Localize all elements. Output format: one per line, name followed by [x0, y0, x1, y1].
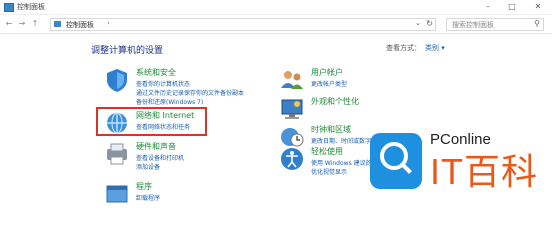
minimize-button[interactable]: –: [480, 1, 496, 12]
search-icon: ⚲: [534, 19, 540, 28]
category-title[interactable]: 程序: [136, 181, 152, 192]
watermark-name: IT百科: [430, 151, 538, 192]
chevron-down-icon[interactable]: ⌄: [415, 19, 421, 27]
users-icon[interactable]: [279, 67, 305, 93]
category-title[interactable]: 用户帐户: [311, 67, 343, 78]
programs-icon[interactable]: [104, 181, 130, 207]
title-bar: 控制面板 – □ ✕: [0, 0, 552, 15]
shield-icon[interactable]: [104, 67, 130, 93]
category-link[interactable]: 添加设备: [136, 162, 160, 171]
monitor-paint-icon[interactable]: [279, 96, 305, 122]
window-title: 控制面板: [17, 3, 45, 11]
category-title[interactable]: 硬件和声音: [136, 141, 176, 152]
category-link[interactable]: 优化视觉显示: [311, 167, 347, 176]
back-arrow-icon[interactable]: ←: [4, 18, 14, 30]
view-by-label: 查看方式：: [386, 44, 421, 52]
forward-arrow-icon[interactable]: →: [17, 18, 27, 30]
category-link[interactable]: 更改帐户类型: [311, 79, 347, 88]
maximize-button[interactable]: □: [504, 1, 520, 12]
category-title[interactable]: 时钟和区域: [311, 124, 351, 135]
control-panel-icon: [54, 21, 61, 27]
refresh-icon[interactable]: ↻: [426, 19, 433, 28]
category-link[interactable]: 卸载程序: [136, 193, 160, 202]
category-title[interactable]: 外观和个性化: [311, 96, 359, 107]
category-title[interactable]: 轻松使用: [311, 146, 343, 157]
watermark-brand: PConline: [430, 131, 491, 148]
page-title: 调整计算机的设置: [91, 46, 164, 56]
view-by-dropdown[interactable]: 类别 ▾: [425, 43, 445, 53]
address-row: ← → ↑ 控制面板 › ⌄ ↻ 搜索控制面板 ⚲: [0, 15, 552, 34]
breadcrumb[interactable]: 控制面板: [66, 20, 94, 30]
category-link[interactable]: 通过文件历史记录保存你的文件备份副本: [136, 88, 244, 97]
control-panel-icon: [4, 3, 14, 12]
address-bar[interactable]: 控制面板 › ⌄ ↻: [50, 18, 436, 31]
control-panel-window: 控制面板 – □ ✕ ← → ↑ 控制面板 › ⌄ ↻ 搜索控制面板 ⚲ 调整计…: [0, 0, 552, 211]
category-link[interactable]: 查看设备和打印机: [136, 153, 184, 162]
search-placeholder: 搜索控制面板: [452, 21, 494, 29]
close-button[interactable]: ✕: [530, 1, 546, 12]
ease-of-access-icon[interactable]: [279, 146, 305, 172]
category-title[interactable]: 系统和安全: [136, 67, 176, 78]
up-arrow-icon[interactable]: ↑: [30, 18, 40, 30]
category-link[interactable]: 备份和还原(Windows 7): [136, 97, 203, 106]
chevron-right-icon[interactable]: ›: [107, 19, 110, 27]
highlight-box: [96, 107, 207, 136]
category-link[interactable]: 查看你的计算机状态: [136, 79, 190, 88]
search-input[interactable]: 搜索控制面板 ⚲: [446, 18, 544, 31]
pconline-logo-icon: [370, 133, 422, 189]
printer-icon[interactable]: [104, 141, 130, 167]
